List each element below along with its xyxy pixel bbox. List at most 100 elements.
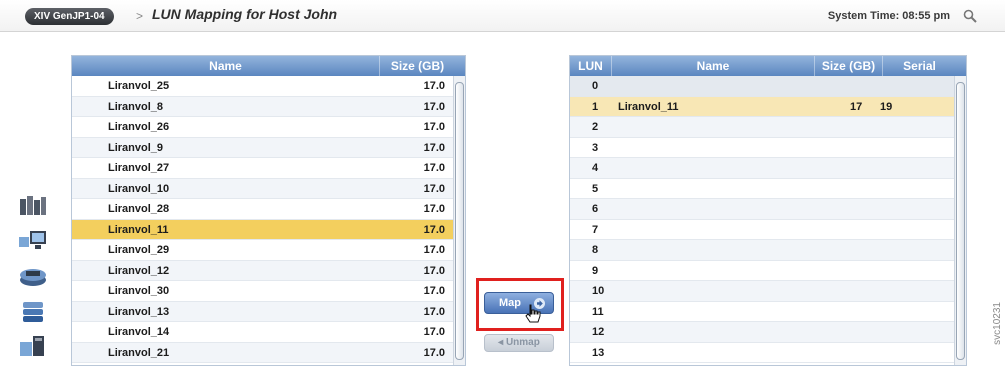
volume-name: Liranvol_21 (108, 346, 170, 359)
unmap-button-label: Unmap (505, 337, 540, 348)
breadcrumb-separator: > (136, 9, 144, 23)
table-row[interactable]: 9 (570, 261, 954, 281)
volume-name: Liranvol_26 (108, 121, 170, 133)
table-row[interactable]: Liranvol_10 17.0 (72, 178, 453, 199)
lun-table-header: LUN Name Size (GB) Serial (570, 56, 956, 76)
page-title: LUN Mapping for Host John (152, 6, 338, 22)
search-icon[interactable] (963, 9, 977, 23)
lun-number: 1 (592, 100, 599, 113)
table-row[interactable]: Liranvol_25 17.0 (72, 76, 453, 97)
volume-size: 17.0 (423, 100, 445, 113)
lun-number: 6 (592, 203, 599, 215)
lun-number: 2 (592, 121, 599, 133)
volumes-table-header: Name Size (GB) (72, 56, 455, 76)
table-row[interactable]: 7 (570, 220, 954, 240)
volume-size: 17.0 (423, 305, 445, 318)
lun-number: 4 (592, 162, 599, 174)
arrow-left-icon: ◂ (498, 337, 506, 348)
volume-size: 17.0 (423, 346, 445, 359)
figure-id: svc10231 (992, 302, 1003, 345)
column-header-serial[interactable]: Serial (883, 56, 956, 76)
table-row[interactable]: Liranvol_9 17.0 (72, 137, 453, 158)
volume-name: Liranvol_11 (108, 223, 169, 236)
volumes-scrollbar[interactable] (453, 76, 465, 365)
table-row[interactable]: 10 (570, 281, 954, 302)
table-row[interactable]: 12 (570, 322, 954, 343)
volume-size: 17.0 (423, 121, 445, 133)
lun-scroll-thumb[interactable] (956, 82, 965, 360)
volume-size: 17.0 (423, 285, 445, 297)
volume-name: Liranvol_10 (108, 182, 170, 195)
lun-number: 11 (592, 305, 604, 318)
lun-number: 7 (592, 223, 599, 236)
lun-volume-size: 17 (850, 100, 863, 113)
table-row[interactable]: 1 Liranvol_11 17 19 (570, 96, 954, 117)
title-bar: XIV GenJP1-04 > LUN Mapping for Host Joh… (0, 0, 1005, 32)
volumes-scroll-thumb[interactable] (455, 82, 464, 360)
lun-number: 8 (592, 244, 599, 256)
table-row[interactable]: Liranvol_28 17.0 (72, 199, 453, 220)
hosts-icon[interactable] (18, 228, 48, 252)
volume-size: 17.0 (423, 326, 445, 338)
host-volume-icon[interactable] (18, 334, 48, 358)
volume-name: Liranvol_8 (108, 100, 164, 113)
column-header-name[interactable]: Name (612, 56, 815, 76)
column-header-size[interactable]: Size (GB) (380, 56, 455, 76)
volume-name: Liranvol_27 (108, 162, 170, 174)
table-row[interactable]: Liranvol_26 17.0 (72, 117, 453, 138)
volume-size: 17.0 (423, 182, 445, 195)
table-row[interactable]: Liranvol_12 17.0 (72, 260, 453, 281)
volume-size: 17.0 (423, 244, 445, 256)
table-row[interactable]: 0 (570, 76, 954, 97)
system-breadcrumb[interactable]: XIV GenJP1-04 (25, 8, 114, 25)
volume-size: 17.0 (423, 264, 445, 277)
table-row[interactable]: Liranvol_27 17.0 (72, 158, 453, 179)
lun-number: 10 (592, 285, 605, 297)
table-row[interactable]: Liranvol_8 17.0 (72, 96, 453, 117)
volume-size: 17.0 (423, 162, 445, 174)
volume-name: Liranvol_9 (108, 141, 164, 154)
table-row[interactable]: 3 (570, 138, 954, 158)
volume-size: 17.0 (423, 80, 445, 92)
lun-number: 12 (592, 326, 605, 338)
volume-name: Liranvol_30 (108, 285, 170, 297)
table-row[interactable]: 6 (570, 199, 954, 220)
lun-scrollbar[interactable] (954, 76, 966, 365)
pools-icon[interactable] (18, 265, 48, 289)
lun-number: 13 (592, 346, 605, 359)
table-row[interactable]: Liranvol_14 17.0 (72, 322, 453, 343)
column-header-size[interactable]: Size (GB) (815, 56, 883, 76)
systems-icon[interactable] (18, 193, 48, 217)
map-button-label: Map (499, 297, 521, 309)
table-row[interactable]: Liranvol_29 17.0 (72, 240, 453, 261)
volume-size: 17.0 (423, 203, 445, 215)
table-row[interactable]: Liranvol_30 17.0 (72, 281, 453, 302)
volume-name: Liranvol_25 (108, 80, 170, 92)
table-row[interactable]: 13 (570, 343, 954, 363)
table-row[interactable]: Liranvol_11 17.0 (72, 219, 453, 240)
volume-size: 17.0 (423, 223, 445, 236)
lun-table: LUN Name Size (GB) Serial 0 1 Liranvol_11 1… (569, 55, 967, 366)
system-time: System Time: 08:55 pm (827, 10, 950, 22)
column-header-name[interactable]: Name (72, 56, 380, 76)
table-row[interactable]: 4 (570, 158, 954, 179)
table-row[interactable]: 2 (570, 117, 954, 138)
volume-size: 17.0 (423, 141, 445, 154)
table-row[interactable]: Liranvol_21 17.0 (72, 342, 453, 363)
volumes-icon[interactable] (18, 300, 48, 324)
unmap-button[interactable]: ◂ Unmap (484, 334, 554, 352)
column-header-lun[interactable]: LUN (570, 56, 612, 76)
mouse-cursor-icon (525, 304, 541, 323)
scroll-header-cap (453, 56, 465, 76)
volumes-table: Name Size (GB) Liranvol_25 17.0 Liranvol_8… (71, 55, 466, 366)
map-button[interactable]: Map (484, 292, 554, 314)
lun-number: 3 (592, 141, 599, 154)
table-row[interactable]: 8 (570, 240, 954, 261)
lun-number: 5 (592, 182, 599, 195)
table-row[interactable]: 11 (570, 302, 954, 322)
volume-name: Liranvol_14 (108, 326, 170, 338)
lun-volume-serial: 19 (880, 100, 893, 113)
table-row[interactable]: 5 (570, 179, 954, 199)
table-row[interactable]: Liranvol_13 17.0 (72, 301, 453, 322)
volume-name: Liranvol_12 (108, 264, 170, 277)
